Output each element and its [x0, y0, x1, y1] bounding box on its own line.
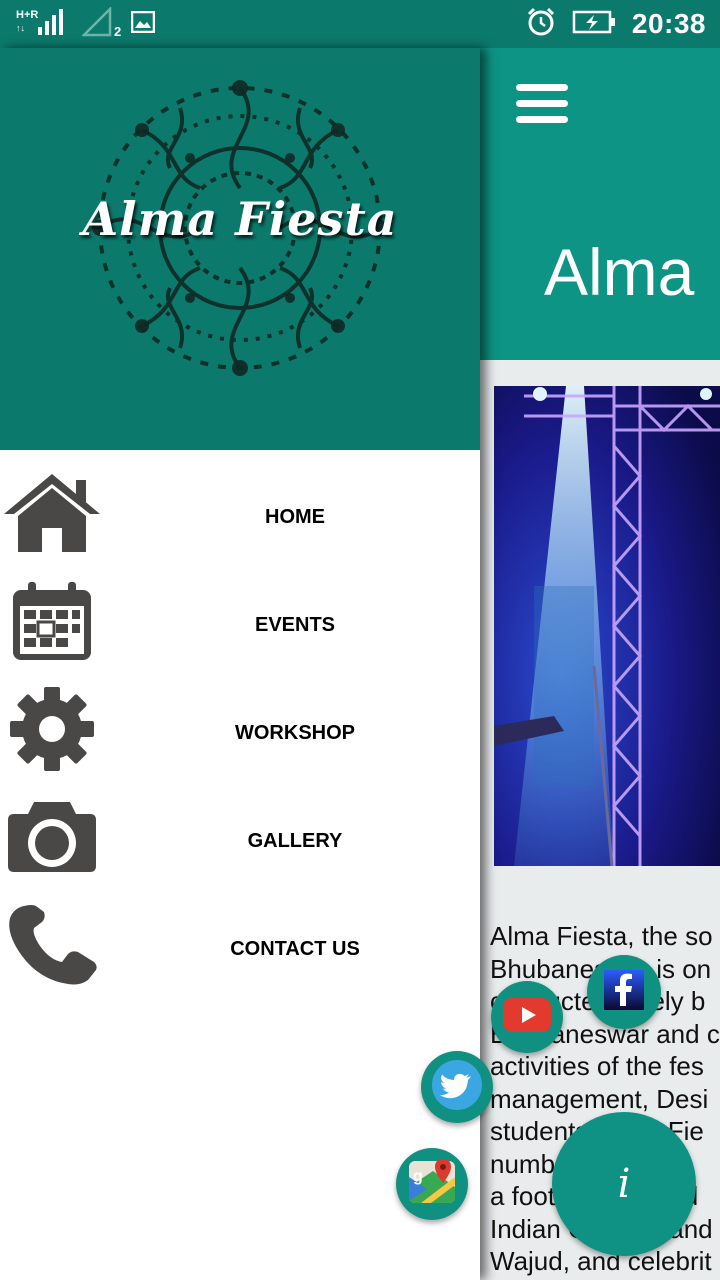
maps-button[interactable]: g: [396, 1148, 468, 1220]
menu-item-events[interactable]: EVENTS: [0, 576, 480, 684]
menu-item-home[interactable]: HOME: [0, 468, 480, 576]
about-line: activities of the fes: [490, 1051, 704, 1081]
sim-slot: 2: [114, 23, 122, 39]
twitter-icon: [431, 1059, 483, 1116]
drawer-menu: HOME EVENTS WORKSHOP GALLERY CONTACT US: [0, 468, 480, 1008]
menu-label-contact-us: CONTACT US: [230, 938, 360, 960]
hamburger-line: [516, 100, 568, 107]
gear-icon: [0, 684, 104, 774]
svg-text:g: g: [413, 1168, 423, 1185]
status-right: 20:38: [526, 6, 706, 42]
app-header: Alma: [480, 48, 720, 360]
info-button[interactable]: i: [552, 1112, 696, 1256]
status-time: 20:38: [631, 8, 706, 39]
battery-charging-icon: [572, 9, 616, 40]
concert-stage-photo: [494, 386, 720, 866]
about-line: Alma Fiesta, the so: [490, 921, 713, 951]
youtube-button[interactable]: [491, 981, 563, 1053]
hamburger-line: [516, 116, 568, 123]
twitter-button[interactable]: [421, 1051, 493, 1123]
status-left: H+R ↑↓ 2: [16, 5, 156, 42]
maps-icon: g: [407, 1157, 457, 1212]
menu-label-home: HOME: [265, 506, 325, 528]
menu-button[interactable]: [516, 84, 568, 124]
menu-item-gallery[interactable]: GALLERY: [0, 792, 480, 900]
signal-icon: H+R ↑↓: [16, 7, 72, 42]
camera-icon: [0, 792, 104, 882]
calendar-icon: [0, 576, 104, 666]
menu-item-contact-us[interactable]: CONTACT US: [0, 900, 480, 1008]
hamburger-line: [516, 84, 568, 91]
home-icon: [0, 468, 104, 558]
signal-empty-icon: [80, 5, 112, 42]
menu-item-workshop[interactable]: WORKSHOP: [0, 684, 480, 792]
menu-label-gallery: GALLERY: [247, 830, 343, 852]
status-bar: H+R ↑↓ 2 20:38: [0, 0, 720, 48]
svg-text:H+R: H+R: [16, 9, 38, 21]
about-line: management, Desi: [490, 1083, 709, 1114]
alarm-icon: [526, 7, 556, 42]
info-icon: i: [617, 1161, 631, 1207]
main-content: Alma Alma Fiesta, the so Bhubaneswar is …: [480, 48, 720, 1280]
facebook-button[interactable]: [587, 955, 661, 1029]
youtube-icon: [503, 997, 551, 1037]
svg-text:↑↓: ↑↓: [16, 23, 25, 33]
image-icon: [130, 10, 156, 38]
phone-icon: [0, 900, 104, 990]
menu-label-events: EVENTS: [254, 614, 336, 636]
page-title: Alma: [544, 235, 695, 309]
drawer-header: Alma Fiesta: [0, 48, 480, 450]
navigation-drawer: Alma Fiesta HOME EVENTS WORKSHOP GALLERY…: [0, 48, 480, 1280]
facebook-icon: [604, 969, 644, 1015]
app-logo-text: Alma Fiesta: [82, 192, 398, 246]
menu-label-workshop: WORKSHOP: [235, 722, 355, 744]
